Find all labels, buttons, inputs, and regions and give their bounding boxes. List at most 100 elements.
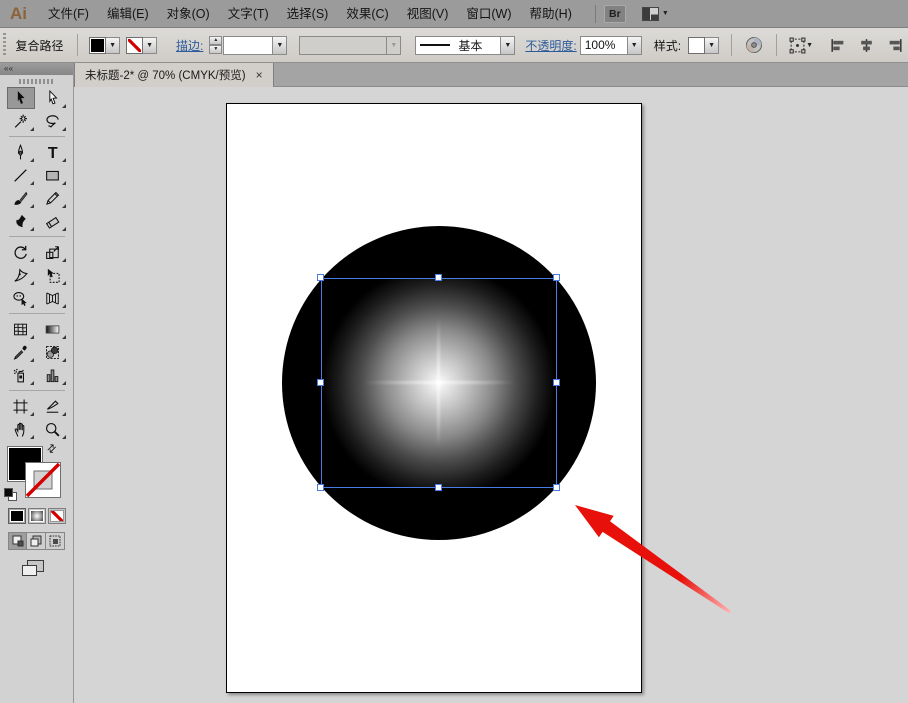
fill-dropdown-button[interactable]: ▼ xyxy=(106,36,121,54)
stroke-dropdown-button[interactable]: ▼ xyxy=(143,36,158,54)
stroke-swatch[interactable] xyxy=(25,462,61,498)
swap-fill-stroke-icon[interactable]: ⇄ xyxy=(44,441,59,456)
panel-grip-icon[interactable] xyxy=(18,79,55,84)
transform-options-button[interactable]: ▼ xyxy=(789,37,813,54)
stroke-weight-stepper[interactable]: ▲ ▼ xyxy=(209,36,223,54)
pencil-tool[interactable] xyxy=(39,187,67,209)
align-left-button[interactable] xyxy=(829,37,846,54)
blend-tool[interactable] xyxy=(39,341,67,363)
stepper-up-button[interactable]: ▲ xyxy=(209,36,223,45)
workspace-switcher-button[interactable]: ▼ xyxy=(641,6,669,21)
canvas-area[interactable] xyxy=(74,87,908,703)
menu-item-edit[interactable]: 编辑(E) xyxy=(98,0,158,28)
opacity-combo[interactable]: 100% ▼ xyxy=(579,35,642,55)
separator xyxy=(775,34,777,56)
symbol-sprayer-tool[interactable] xyxy=(7,364,35,386)
stroke-weight-value[interactable] xyxy=(223,35,274,55)
selection-handle-middle-right[interactable] xyxy=(552,378,560,386)
selection-tool[interactable] xyxy=(6,87,35,109)
direct-selection-tool[interactable] xyxy=(39,87,67,109)
artboard-tool[interactable] xyxy=(7,395,35,417)
slice-tool[interactable] xyxy=(39,395,67,417)
menu-items: 文件(F) 编辑(E) 对象(O) 文字(T) 选择(S) 效果(C) 视图(V) 窗口(W)… xyxy=(39,0,581,28)
menu-item-effect[interactable]: 效果(C) xyxy=(337,0,397,28)
menu-item-file[interactable]: 文件(F) xyxy=(39,0,98,28)
menu-item-select[interactable]: 选择(S) xyxy=(278,0,338,28)
opacity-link[interactable]: 不透明度: xyxy=(525,37,576,54)
tool-group-separator xyxy=(8,136,65,137)
direct-selection-icon xyxy=(49,89,58,104)
perspective-grid-tool[interactable] xyxy=(39,287,67,309)
style-control[interactable]: ▼ xyxy=(688,36,720,54)
variable-width-dropdown: ▼ xyxy=(387,35,402,55)
menu-item-help[interactable]: 帮助(H) xyxy=(521,0,581,28)
align-left-icon xyxy=(831,38,844,52)
selection-handle-middle-left[interactable] xyxy=(316,378,324,386)
opacity-dropdown[interactable]: ▼ xyxy=(627,35,642,55)
selection-handle-bottom-center[interactable] xyxy=(434,483,442,491)
blob-brush-tool[interactable] xyxy=(7,210,35,232)
none-button[interactable] xyxy=(48,508,66,524)
eraser-tool[interactable] xyxy=(39,210,67,232)
brush-field[interactable]: 基本 xyxy=(415,35,502,55)
gradient-tool[interactable] xyxy=(39,318,67,340)
lasso-tool[interactable] xyxy=(39,110,67,132)
selection-handle-bottom-left[interactable] xyxy=(316,483,324,491)
zoom-tool[interactable] xyxy=(39,418,67,440)
color-button[interactable] xyxy=(8,508,26,524)
drawing-mode-buttons xyxy=(8,532,65,550)
stepper-down-button[interactable]: ▼ xyxy=(209,45,223,54)
draw-behind-button[interactable] xyxy=(27,533,46,549)
stroke-none-swatch[interactable] xyxy=(126,36,144,54)
line-segment-tool[interactable] xyxy=(7,164,35,186)
opacity-value[interactable]: 100% xyxy=(579,35,628,55)
gradient-button[interactable] xyxy=(28,508,46,524)
eyedropper-tool[interactable] xyxy=(7,341,35,363)
bridge-button[interactable]: Br xyxy=(603,4,626,23)
paintbrush-tool[interactable] xyxy=(7,187,35,209)
draw-normal-button[interactable] xyxy=(9,533,28,549)
stroke-weight-link[interactable]: 描边: xyxy=(176,37,203,54)
selection-handle-top-center[interactable] xyxy=(434,273,442,281)
app-logo: Ai xyxy=(10,3,27,23)
brush-dropdown[interactable]: ▼ xyxy=(501,35,516,55)
collapse-panel-icon[interactable]: « « xyxy=(0,63,73,75)
stroke-color-control[interactable]: ▼ xyxy=(126,36,158,54)
shape-builder-tool[interactable] xyxy=(7,287,35,309)
free-transform-tool[interactable] xyxy=(39,264,67,286)
fill-color-control[interactable]: ▼ xyxy=(89,36,121,54)
recolor-artwork-button[interactable] xyxy=(745,36,763,54)
stroke-weight-dropdown[interactable]: ▼ xyxy=(273,35,288,55)
selection-handle-top-right[interactable] xyxy=(552,273,560,281)
menu-item-type[interactable]: 文字(T) xyxy=(219,0,278,28)
selection-handle-bottom-right[interactable] xyxy=(552,483,560,491)
align-right-button[interactable] xyxy=(887,37,904,54)
screen-mode-button[interactable] xyxy=(22,560,73,582)
menu-item-window[interactable]: 窗口(W) xyxy=(457,0,520,28)
fill-color-swatch[interactable] xyxy=(89,36,107,54)
rotate-tool[interactable] xyxy=(7,241,35,263)
pen-tool[interactable] xyxy=(7,141,35,163)
hand-tool[interactable] xyxy=(7,418,35,440)
mesh-tool[interactable] xyxy=(7,318,35,340)
scale-icon xyxy=(46,245,59,259)
scale-tool[interactable] xyxy=(39,241,67,263)
default-fill-stroke-icon[interactable] xyxy=(4,488,17,501)
brush-combo[interactable]: 基本 ▼ xyxy=(415,35,516,55)
column-graph-tool[interactable] xyxy=(39,364,67,386)
menu-item-object[interactable]: 对象(O) xyxy=(158,0,219,28)
close-icon[interactable]: × xyxy=(256,68,263,82)
menu-item-view[interactable]: 视图(V) xyxy=(398,0,458,28)
document-tab[interactable]: 未标题-2* @ 70% (CMYK/预览) × xyxy=(74,63,274,87)
selection-handle-top-left[interactable] xyxy=(316,273,324,281)
rectangle-tool[interactable] xyxy=(39,164,67,186)
style-dropdown[interactable]: ▼ xyxy=(705,36,720,54)
magic-wand-icon xyxy=(14,114,27,128)
magic-wand-tool[interactable] xyxy=(7,110,35,132)
width-tool[interactable] xyxy=(7,264,35,286)
draw-inside-button[interactable] xyxy=(45,533,64,549)
stroke-weight-combo[interactable]: ▼ xyxy=(223,35,288,55)
align-center-button[interactable] xyxy=(858,37,875,54)
style-swatch[interactable] xyxy=(688,36,706,54)
type-tool[interactable]: T xyxy=(39,141,67,163)
